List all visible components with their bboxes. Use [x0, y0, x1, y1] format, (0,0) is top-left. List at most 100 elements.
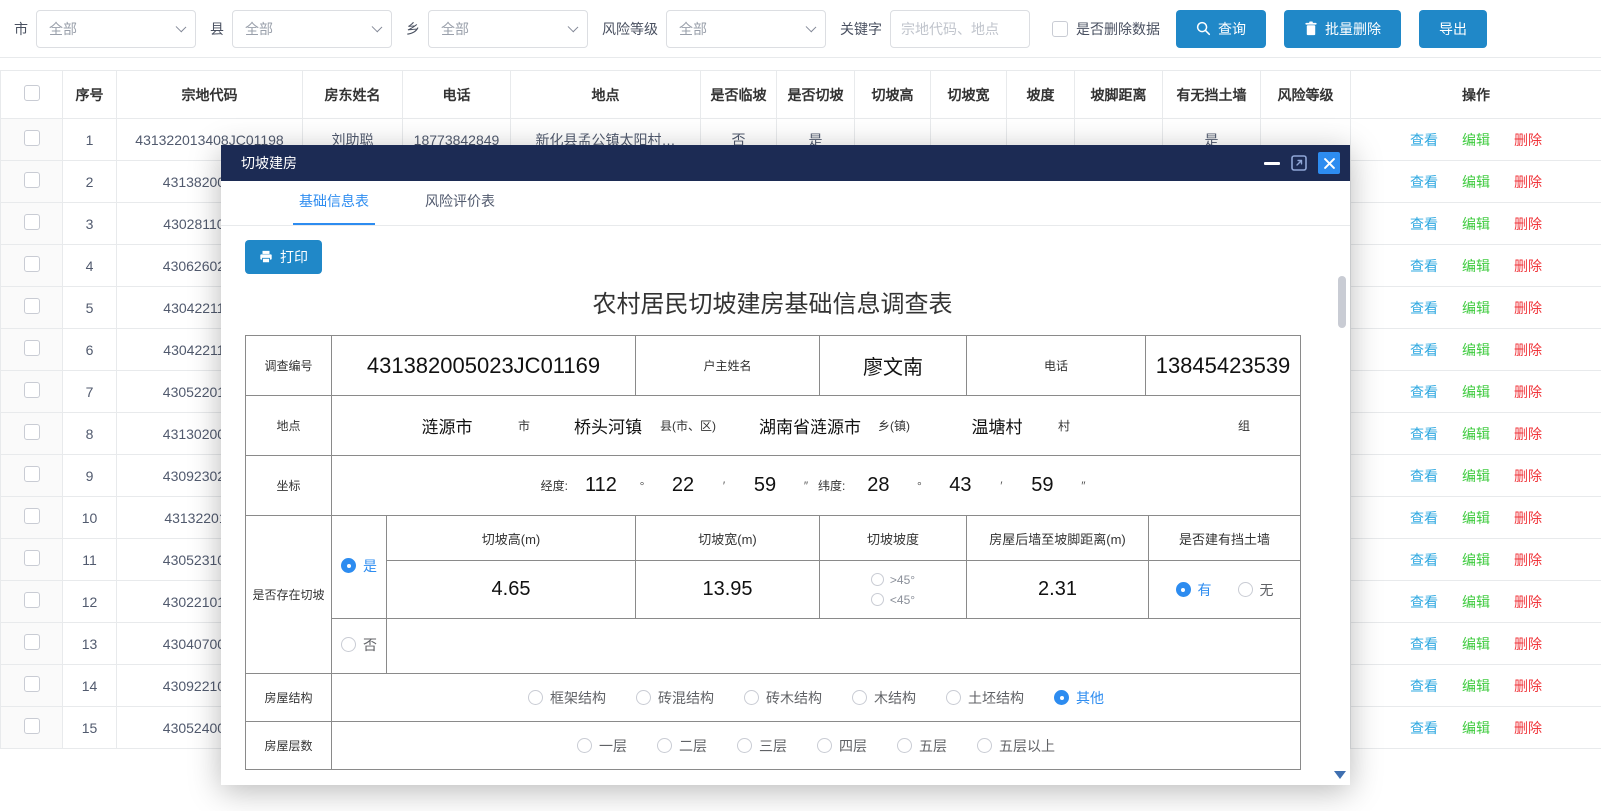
edit-link[interactable]: 编辑 [1462, 636, 1490, 652]
row-checkbox[interactable] [24, 550, 40, 566]
delete-link[interactable]: 删除 [1514, 468, 1542, 484]
edit-link[interactable]: 编辑 [1462, 510, 1490, 526]
edit-link[interactable]: 编辑 [1462, 384, 1490, 400]
edit-link[interactable]: 编辑 [1462, 720, 1490, 736]
row-checkbox[interactable] [24, 592, 40, 608]
view-link[interactable]: 查看 [1410, 720, 1438, 736]
floors-option[interactable]: 二层 [657, 736, 707, 756]
view-link[interactable]: 查看 [1410, 678, 1438, 694]
edit-link[interactable]: 编辑 [1462, 468, 1490, 484]
view-link[interactable]: 查看 [1410, 300, 1438, 316]
export-button[interactable]: 导出 [1419, 10, 1487, 48]
delete-link[interactable]: 删除 [1514, 342, 1542, 358]
edit-link[interactable]: 编辑 [1462, 678, 1490, 694]
keyword-input[interactable] [890, 10, 1030, 48]
wall-yes-option[interactable]: 有 [1176, 580, 1212, 600]
view-link[interactable]: 查看 [1410, 426, 1438, 442]
floors-option[interactable]: 五层以上 [977, 736, 1055, 756]
query-button[interactable]: 查询 [1176, 10, 1266, 48]
delete-link[interactable]: 删除 [1514, 132, 1542, 148]
close-icon[interactable] [1318, 152, 1340, 174]
wall-no-option[interactable]: 无 [1238, 580, 1274, 600]
edit-link[interactable]: 编辑 [1462, 594, 1490, 610]
delete-link[interactable]: 删除 [1514, 384, 1542, 400]
row-checkbox[interactable] [24, 718, 40, 734]
row-checkbox[interactable] [24, 214, 40, 230]
structure-option[interactable]: 砖混结构 [636, 688, 714, 708]
edit-link[interactable]: 编辑 [1462, 132, 1490, 148]
row-checkbox[interactable] [24, 424, 40, 440]
structure-option[interactable]: 木结构 [852, 688, 916, 708]
scrollbar-thumb[interactable] [1338, 276, 1346, 328]
delete-link[interactable]: 删除 [1514, 300, 1542, 316]
structure-option[interactable]: 其他 [1054, 688, 1104, 708]
view-link[interactable]: 查看 [1410, 510, 1438, 526]
floors-option[interactable]: 四层 [817, 736, 867, 756]
view-link[interactable]: 查看 [1410, 384, 1438, 400]
form-basic-table: 调查编号 431382005023JC01169 户主姓名 廖文南 电话 138… [245, 335, 1301, 516]
edit-link[interactable]: 编辑 [1462, 258, 1490, 274]
scroll-down-icon[interactable] [1334, 771, 1346, 779]
col-header: 序号 [63, 71, 117, 119]
print-button[interactable]: 打印 [245, 240, 322, 274]
deleted-data-checkbox[interactable] [1052, 21, 1068, 37]
row-checkbox[interactable] [24, 676, 40, 692]
county-select[interactable]: 全部 [232, 10, 392, 48]
view-link[interactable]: 查看 [1410, 342, 1438, 358]
row-checkbox[interactable] [24, 634, 40, 650]
edit-link[interactable]: 编辑 [1462, 300, 1490, 316]
row-checkbox[interactable] [24, 340, 40, 356]
delete-link[interactable]: 删除 [1514, 426, 1542, 442]
delete-link[interactable]: 删除 [1514, 174, 1542, 190]
delete-link[interactable]: 删除 [1514, 552, 1542, 568]
edit-link[interactable]: 编辑 [1462, 552, 1490, 568]
row-checkbox[interactable] [24, 382, 40, 398]
delete-link[interactable]: 删除 [1514, 594, 1542, 610]
tab-risk-evaluation[interactable]: 风险评价表 [419, 179, 501, 225]
modal-scrollbar[interactable] [1336, 276, 1348, 776]
city-select[interactable]: 全部 [36, 10, 196, 48]
township-select[interactable]: 全部 [428, 10, 588, 48]
floors-option[interactable]: 一层 [577, 736, 627, 756]
edit-link[interactable]: 编辑 [1462, 342, 1490, 358]
edit-link[interactable]: 编辑 [1462, 426, 1490, 442]
structure-option[interactable]: 砖木结构 [744, 688, 822, 708]
delete-link[interactable]: 删除 [1514, 216, 1542, 232]
view-link[interactable]: 查看 [1410, 636, 1438, 652]
view-link[interactable]: 查看 [1410, 132, 1438, 148]
floors-option[interactable]: 三层 [737, 736, 787, 756]
row-checkbox[interactable] [24, 130, 40, 146]
floors-option[interactable]: 五层 [897, 736, 947, 756]
structure-option[interactable]: 框架结构 [528, 688, 606, 708]
cut-no-option[interactable]: 否 [341, 635, 377, 655]
view-link[interactable]: 查看 [1410, 216, 1438, 232]
slope-lt45-option[interactable]: <45° [871, 593, 915, 607]
minimize-icon[interactable] [1264, 162, 1280, 165]
view-link[interactable]: 查看 [1410, 594, 1438, 610]
delete-link[interactable]: 删除 [1514, 510, 1542, 526]
view-link[interactable]: 查看 [1410, 552, 1438, 568]
select-all-checkbox[interactable] [24, 85, 40, 101]
row-checkbox[interactable] [24, 256, 40, 272]
view-link[interactable]: 查看 [1410, 258, 1438, 274]
delete-link[interactable]: 删除 [1514, 258, 1542, 274]
edit-link[interactable]: 编辑 [1462, 216, 1490, 232]
view-link[interactable]: 查看 [1410, 174, 1438, 190]
tab-basic-info[interactable]: 基础信息表 [293, 179, 375, 225]
delete-link[interactable]: 删除 [1514, 636, 1542, 652]
minute-symbol: ′ [716, 479, 732, 493]
maximize-icon[interactable] [1290, 154, 1308, 172]
delete-link[interactable]: 删除 [1514, 678, 1542, 694]
view-link[interactable]: 查看 [1410, 468, 1438, 484]
row-checkbox[interactable] [24, 298, 40, 314]
row-checkbox[interactable] [24, 466, 40, 482]
risk-select[interactable]: 全部 [666, 10, 826, 48]
row-checkbox[interactable] [24, 508, 40, 524]
structure-option[interactable]: 土坯结构 [946, 688, 1024, 708]
row-checkbox[interactable] [24, 172, 40, 188]
edit-link[interactable]: 编辑 [1462, 174, 1490, 190]
delete-link[interactable]: 删除 [1514, 720, 1542, 736]
slope-gt45-option[interactable]: >45° [871, 573, 915, 587]
batch-delete-button[interactable]: 批量删除 [1284, 10, 1401, 48]
cut-yes-option[interactable]: 是 [341, 556, 377, 576]
